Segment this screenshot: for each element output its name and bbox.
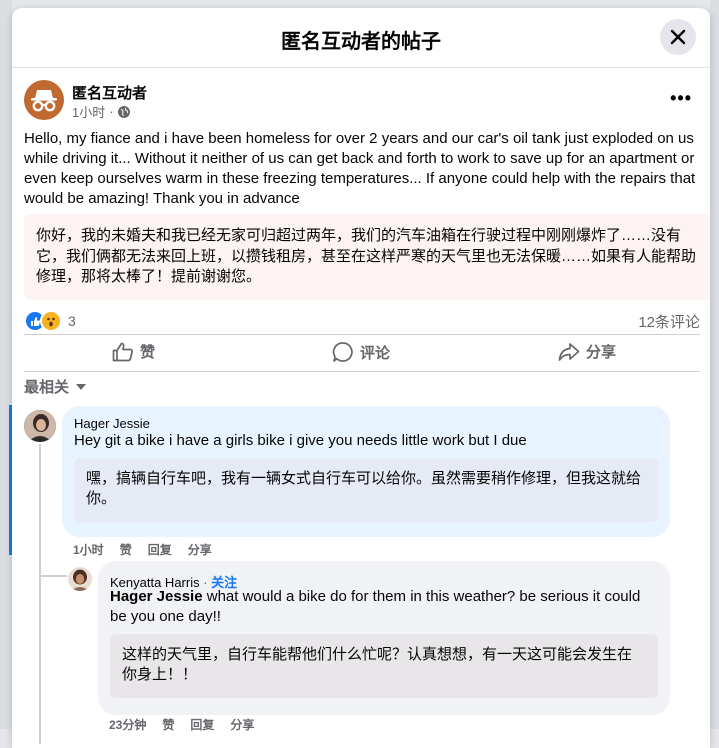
- close-button[interactable]: [660, 19, 696, 55]
- reply-translation: 这样的天气里，自行车能帮他们什么忙呢？认真想想，有一天这可能会发生在你身上！！: [110, 634, 658, 698]
- reply-text: Hager Jessie what would a bike do for th…: [110, 587, 660, 627]
- reply-avatar[interactable]: [68, 567, 92, 591]
- comment-count[interactable]: 12条评论: [638, 311, 700, 332]
- modal-header: 匿名互动者的帖子: [12, 8, 710, 68]
- comment-like[interactable]: 赞: [120, 541, 132, 558]
- comment-reply[interactable]: 回复: [148, 541, 172, 558]
- reply-actions: 23分钟 赞 回复 分享: [109, 716, 254, 733]
- thread-line: [39, 444, 41, 744]
- commenter-avatar[interactable]: [24, 410, 56, 442]
- author-name[interactable]: 匿名互动者: [72, 82, 147, 103]
- like-label: 赞: [140, 344, 156, 361]
- sort-dropdown[interactable]: 最相关: [24, 376, 87, 397]
- reaction-summary[interactable]: 3: [24, 310, 76, 332]
- thread-branch: [39, 575, 67, 577]
- post-translation: 你好，我的未婚夫和我已经无家可归超过两年，我们的汽车油箱在行驶过程中刚刚爆炸了……: [24, 214, 710, 300]
- thumbs-up-icon: [112, 342, 133, 361]
- sort-label: 最相关: [24, 379, 70, 396]
- comment-text: Hey git a bike i have a girls bike i giv…: [74, 432, 527, 449]
- share-arrow-icon: [558, 342, 580, 361]
- incognito-icon: [31, 90, 57, 112]
- author-avatar[interactable]: [24, 80, 64, 120]
- reply-like[interactable]: 赞: [162, 716, 174, 733]
- meta-dot: ·: [109, 104, 114, 119]
- comment-translation: 嘿，搞辆自行车吧，我有一辆女式自行车可以给你。虽然需要稍作修理，但我这就给你。: [74, 458, 658, 522]
- comment-actions: 1小时 赞 回复 分享: [73, 541, 212, 558]
- reply-reply[interactable]: 回复: [190, 716, 214, 733]
- post-modal: 匿名互动者的帖子 匿名互动者 1小时 · ••• Hello, my fianc…: [12, 8, 710, 748]
- post-time[interactable]: 1小时: [72, 102, 105, 121]
- comment-time[interactable]: 1小时: [73, 541, 104, 558]
- post-meta: 1小时 ·: [72, 102, 130, 121]
- commenter-name[interactable]: Hager Jessie: [74, 416, 150, 431]
- modal-title: 匿名互动者的帖子: [281, 31, 441, 53]
- more-options-button[interactable]: •••: [670, 88, 692, 109]
- reaction-count: 3: [68, 313, 76, 329]
- reply-bubble: Kenyatta Harris · 关注 Hager Jessie what w…: [98, 561, 670, 715]
- background-page-right: [710, 0, 719, 729]
- comment-label: 评论: [360, 344, 391, 362]
- like-button[interactable]: 赞: [112, 341, 155, 362]
- share-button[interactable]: 分享: [558, 341, 616, 362]
- comment-bubble: Hager Jessie Hey git a bike i have a gir…: [62, 406, 670, 537]
- action-bar: 赞 评论 分享: [24, 334, 700, 372]
- reply-mention[interactable]: Hager Jessie: [110, 588, 203, 605]
- close-icon: [670, 29, 686, 45]
- comment-bubble-icon: [332, 342, 353, 362]
- reply-share[interactable]: 分享: [230, 716, 254, 733]
- background-page-left: [0, 0, 12, 729]
- reply-time[interactable]: 23分钟: [109, 716, 146, 733]
- caret-down-icon: [76, 383, 87, 390]
- globe-icon: [117, 105, 130, 118]
- share-label: 分享: [586, 344, 617, 361]
- comment-button[interactable]: 评论: [332, 341, 390, 363]
- post-text: Hello, my fiance and i have been homeles…: [24, 130, 696, 207]
- more-icon: •••: [670, 88, 692, 108]
- wow-reaction-icon: [40, 310, 62, 332]
- comment-share[interactable]: 分享: [188, 541, 212, 558]
